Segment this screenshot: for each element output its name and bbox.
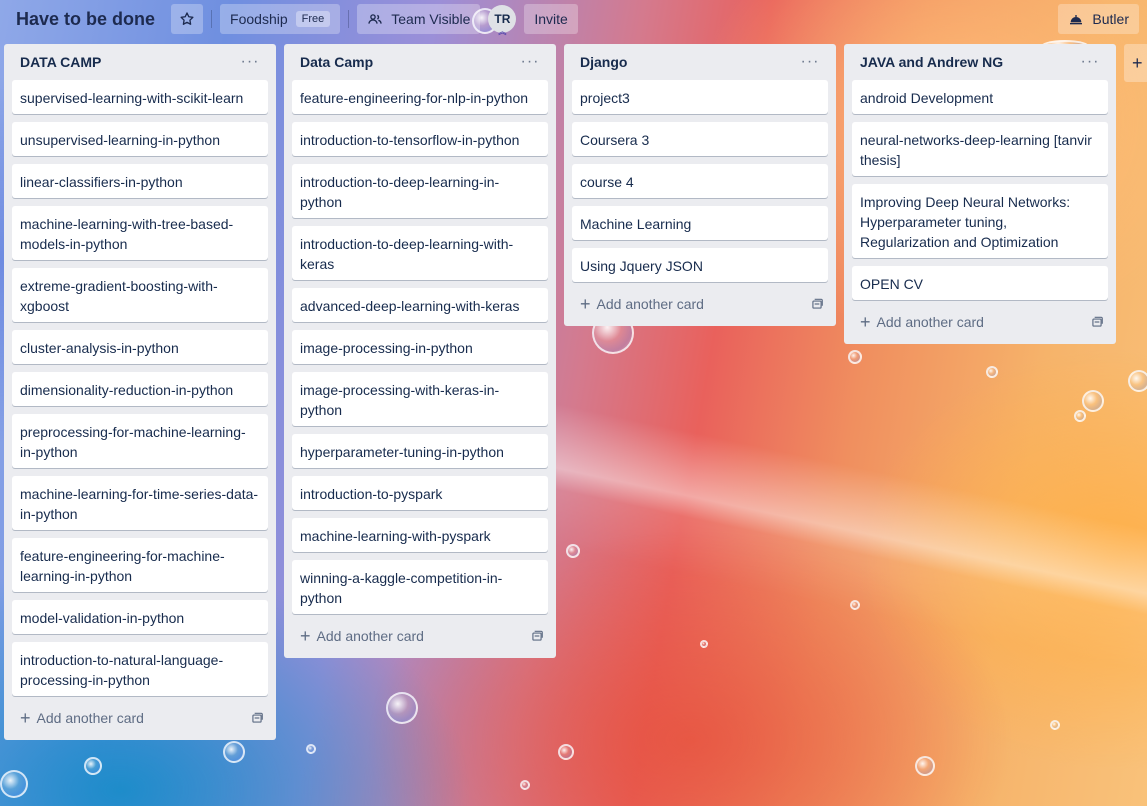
list-header: JAVA and Andrew NG ··· xyxy=(852,44,1108,80)
add-card-button[interactable]: + Add another card xyxy=(852,308,1108,336)
avatar-initials: TR xyxy=(494,12,511,26)
plus-icon: + xyxy=(300,626,311,646)
list-header: DATA CAMP ··· xyxy=(12,44,268,80)
card[interactable]: introduction-to-deep-learning-in-python xyxy=(292,164,548,218)
card[interactable]: advanced-deep-learning-with-keras xyxy=(292,288,548,322)
header-divider xyxy=(211,10,213,28)
card[interactable]: introduction-to-pyspark xyxy=(292,476,548,510)
more-icon[interactable]: ··· xyxy=(796,53,824,71)
card[interactable]: linear-classifiers-in-python xyxy=(12,164,268,198)
add-card-button[interactable]: + Add another card xyxy=(292,622,548,650)
visibility-label: Team Visible xyxy=(391,11,471,27)
card-template-icon[interactable] xyxy=(250,711,264,725)
card-template-icon[interactable] xyxy=(530,629,544,643)
card[interactable]: feature-engineering-for-machine-learning… xyxy=(12,538,268,592)
workspace-label: Foodship xyxy=(230,11,288,27)
card[interactable]: Using Jquery JSON xyxy=(572,248,828,282)
list-title[interactable]: JAVA and Andrew NG xyxy=(860,54,1076,70)
card[interactable]: introduction-to-deep-learning-with-keras xyxy=(292,226,548,280)
member-avatar[interactable]: TR ︽ xyxy=(488,5,517,36)
add-card-button[interactable]: + Add another card xyxy=(572,290,828,318)
list-title[interactable]: Django xyxy=(580,54,796,70)
visibility-button[interactable]: Team Visible xyxy=(357,4,481,34)
card[interactable]: introduction-to-tensorflow-in-python xyxy=(292,122,548,156)
card[interactable]: image-processing-in-python xyxy=(292,330,548,364)
list-header: Django ··· xyxy=(572,44,828,80)
card[interactable]: Coursera 3 xyxy=(572,122,828,156)
list-title[interactable]: DATA CAMP xyxy=(20,54,236,70)
card[interactable]: hyperparameter-tuning-in-python xyxy=(292,434,548,468)
header-divider xyxy=(348,10,350,28)
card[interactable]: cluster-analysis-in-python xyxy=(12,330,268,364)
card[interactable]: machine-learning-for-time-series-data-in… xyxy=(12,476,268,530)
board-title[interactable]: Have to be done xyxy=(16,9,155,30)
workspace-button[interactable]: Foodship Free xyxy=(220,4,341,34)
card[interactable]: android Development xyxy=(852,80,1108,114)
add-card-label: Add another card xyxy=(316,628,424,644)
card[interactable]: introduction-to-natural-language-process… xyxy=(12,642,268,696)
add-list-button[interactable]: + xyxy=(1124,44,1147,82)
card[interactable]: Machine Learning xyxy=(572,206,828,240)
star-icon xyxy=(180,12,194,25)
add-card-label: Add another card xyxy=(876,314,984,330)
card-template-icon[interactable] xyxy=(1090,315,1104,329)
add-card-label: Add another card xyxy=(596,296,704,312)
list-data-camp-2: Data Camp ··· feature-engineering-for-nl… xyxy=(284,44,556,658)
list-java-andrew-ng: JAVA and Andrew NG ··· android Developme… xyxy=(844,44,1116,344)
card[interactable]: OPEN CV xyxy=(852,266,1108,300)
team-icon xyxy=(368,14,382,24)
butler-button[interactable]: Butler xyxy=(1058,4,1139,34)
admin-chevron-icon: ︽ xyxy=(498,27,507,36)
invite-button[interactable]: Invite xyxy=(524,4,578,34)
star-button[interactable] xyxy=(171,4,204,34)
card[interactable]: Improving Deep Neural Networks: Hyperpar… xyxy=(852,184,1108,258)
add-card-button[interactable]: + Add another card xyxy=(12,704,268,732)
board-header: Have to be done Foodship Free Team Visib… xyxy=(0,0,1147,38)
card[interactable]: preprocessing-for-machine-learning-in-py… xyxy=(12,414,268,468)
plus-icon: + xyxy=(1132,52,1143,73)
card[interactable]: winning-a-kaggle-competition-in-python xyxy=(292,560,548,614)
card-template-icon[interactable] xyxy=(810,297,824,311)
list-data-camp: DATA CAMP ··· supervised-learning-with-s… xyxy=(4,44,276,740)
plus-icon: + xyxy=(20,708,31,728)
plus-icon: + xyxy=(580,294,591,314)
card[interactable]: unsupervised-learning-in-python xyxy=(12,122,268,156)
card[interactable]: project3 xyxy=(572,80,828,114)
card[interactable]: supervised-learning-with-scikit-learn xyxy=(12,80,268,114)
card[interactable]: model-validation-in-python xyxy=(12,600,268,634)
plus-icon: + xyxy=(860,312,871,332)
list-header: Data Camp ··· xyxy=(292,44,548,80)
more-icon[interactable]: ··· xyxy=(516,53,544,71)
add-card-label: Add another card xyxy=(36,710,144,726)
card[interactable]: neural-networks-deep-learning [tanvir th… xyxy=(852,122,1108,176)
card[interactable]: machine-learning-with-pyspark xyxy=(292,518,548,552)
butler-icon xyxy=(1070,15,1083,25)
butler-label: Butler xyxy=(1092,11,1129,27)
more-icon[interactable]: ··· xyxy=(236,53,264,71)
card[interactable]: extreme-gradient-boosting-with-xgboost xyxy=(12,268,268,322)
card[interactable]: dimensionality-reduction-in-python xyxy=(12,372,268,406)
card[interactable]: course 4 xyxy=(572,164,828,198)
card[interactable]: machine-learning-with-tree-based-models-… xyxy=(12,206,268,260)
plan-badge: Free xyxy=(295,11,331,27)
card[interactable]: feature-engineering-for-nlp-in-python xyxy=(292,80,548,114)
list-django: Django ··· project3 Coursera 3 course 4 … xyxy=(564,44,836,326)
list-title[interactable]: Data Camp xyxy=(300,54,516,70)
card[interactable]: image-processing-with-keras-in-python xyxy=(292,372,548,426)
more-icon[interactable]: ··· xyxy=(1076,53,1104,71)
invite-label: Invite xyxy=(534,11,568,27)
